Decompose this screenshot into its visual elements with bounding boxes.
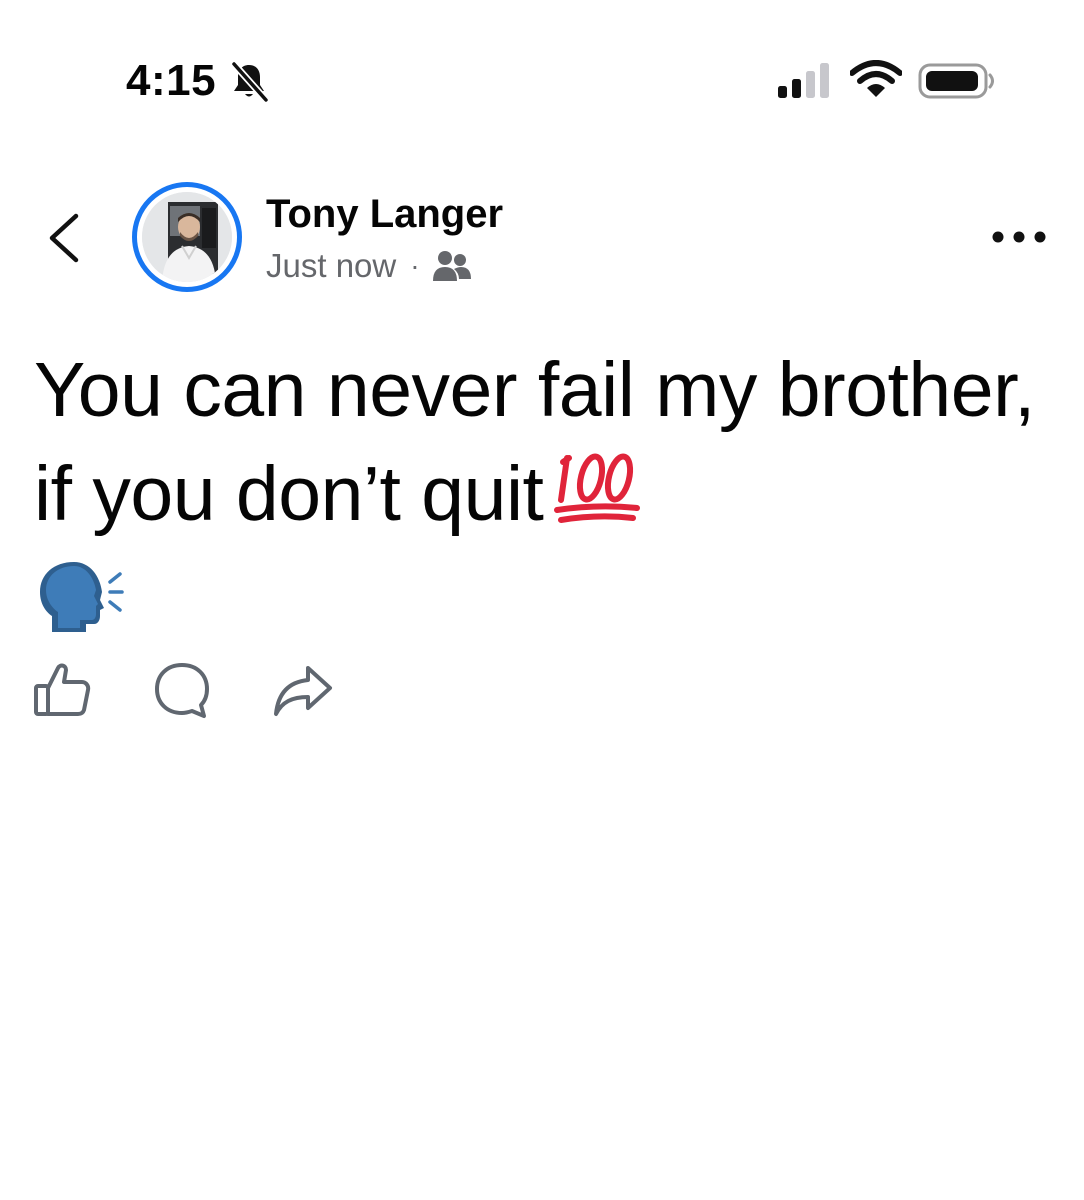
more-options-button[interactable] [988, 222, 1050, 252]
cellular-signal-icon [778, 63, 829, 98]
status-time: 4:15 [126, 56, 217, 105]
battery-icon [918, 63, 994, 99]
more-horizontal-icon [992, 231, 1046, 243]
bell-slash-icon [230, 60, 270, 102]
wifi-icon [850, 60, 902, 97]
author-name[interactable]: Tony Langer [266, 190, 503, 238]
post-text-content: You can never fail my brother, if you do… [34, 347, 1035, 537]
share-icon [274, 666, 332, 716]
post-timestamp[interactable]: Just now [266, 247, 396, 285]
comment-icon [155, 663, 209, 718]
speaking-head-icon [40, 562, 124, 632]
avatar-ring[interactable] [132, 182, 242, 292]
avatar-photo [142, 192, 232, 282]
meta-separator: · [410, 250, 420, 281]
avatar [142, 192, 232, 282]
chevron-left-icon [49, 213, 79, 263]
post-meta: Just now · [266, 244, 472, 288]
back-button[interactable] [40, 210, 88, 266]
hundred-points-icon [554, 453, 641, 523]
friends-icon[interactable] [432, 249, 472, 283]
comment-button[interactable] [152, 660, 212, 720]
like-icon [34, 663, 91, 716]
post-text: You can never fail my brother, if you do… [34, 338, 1044, 546]
share-button[interactable] [272, 660, 334, 720]
like-button[interactable] [32, 660, 92, 720]
